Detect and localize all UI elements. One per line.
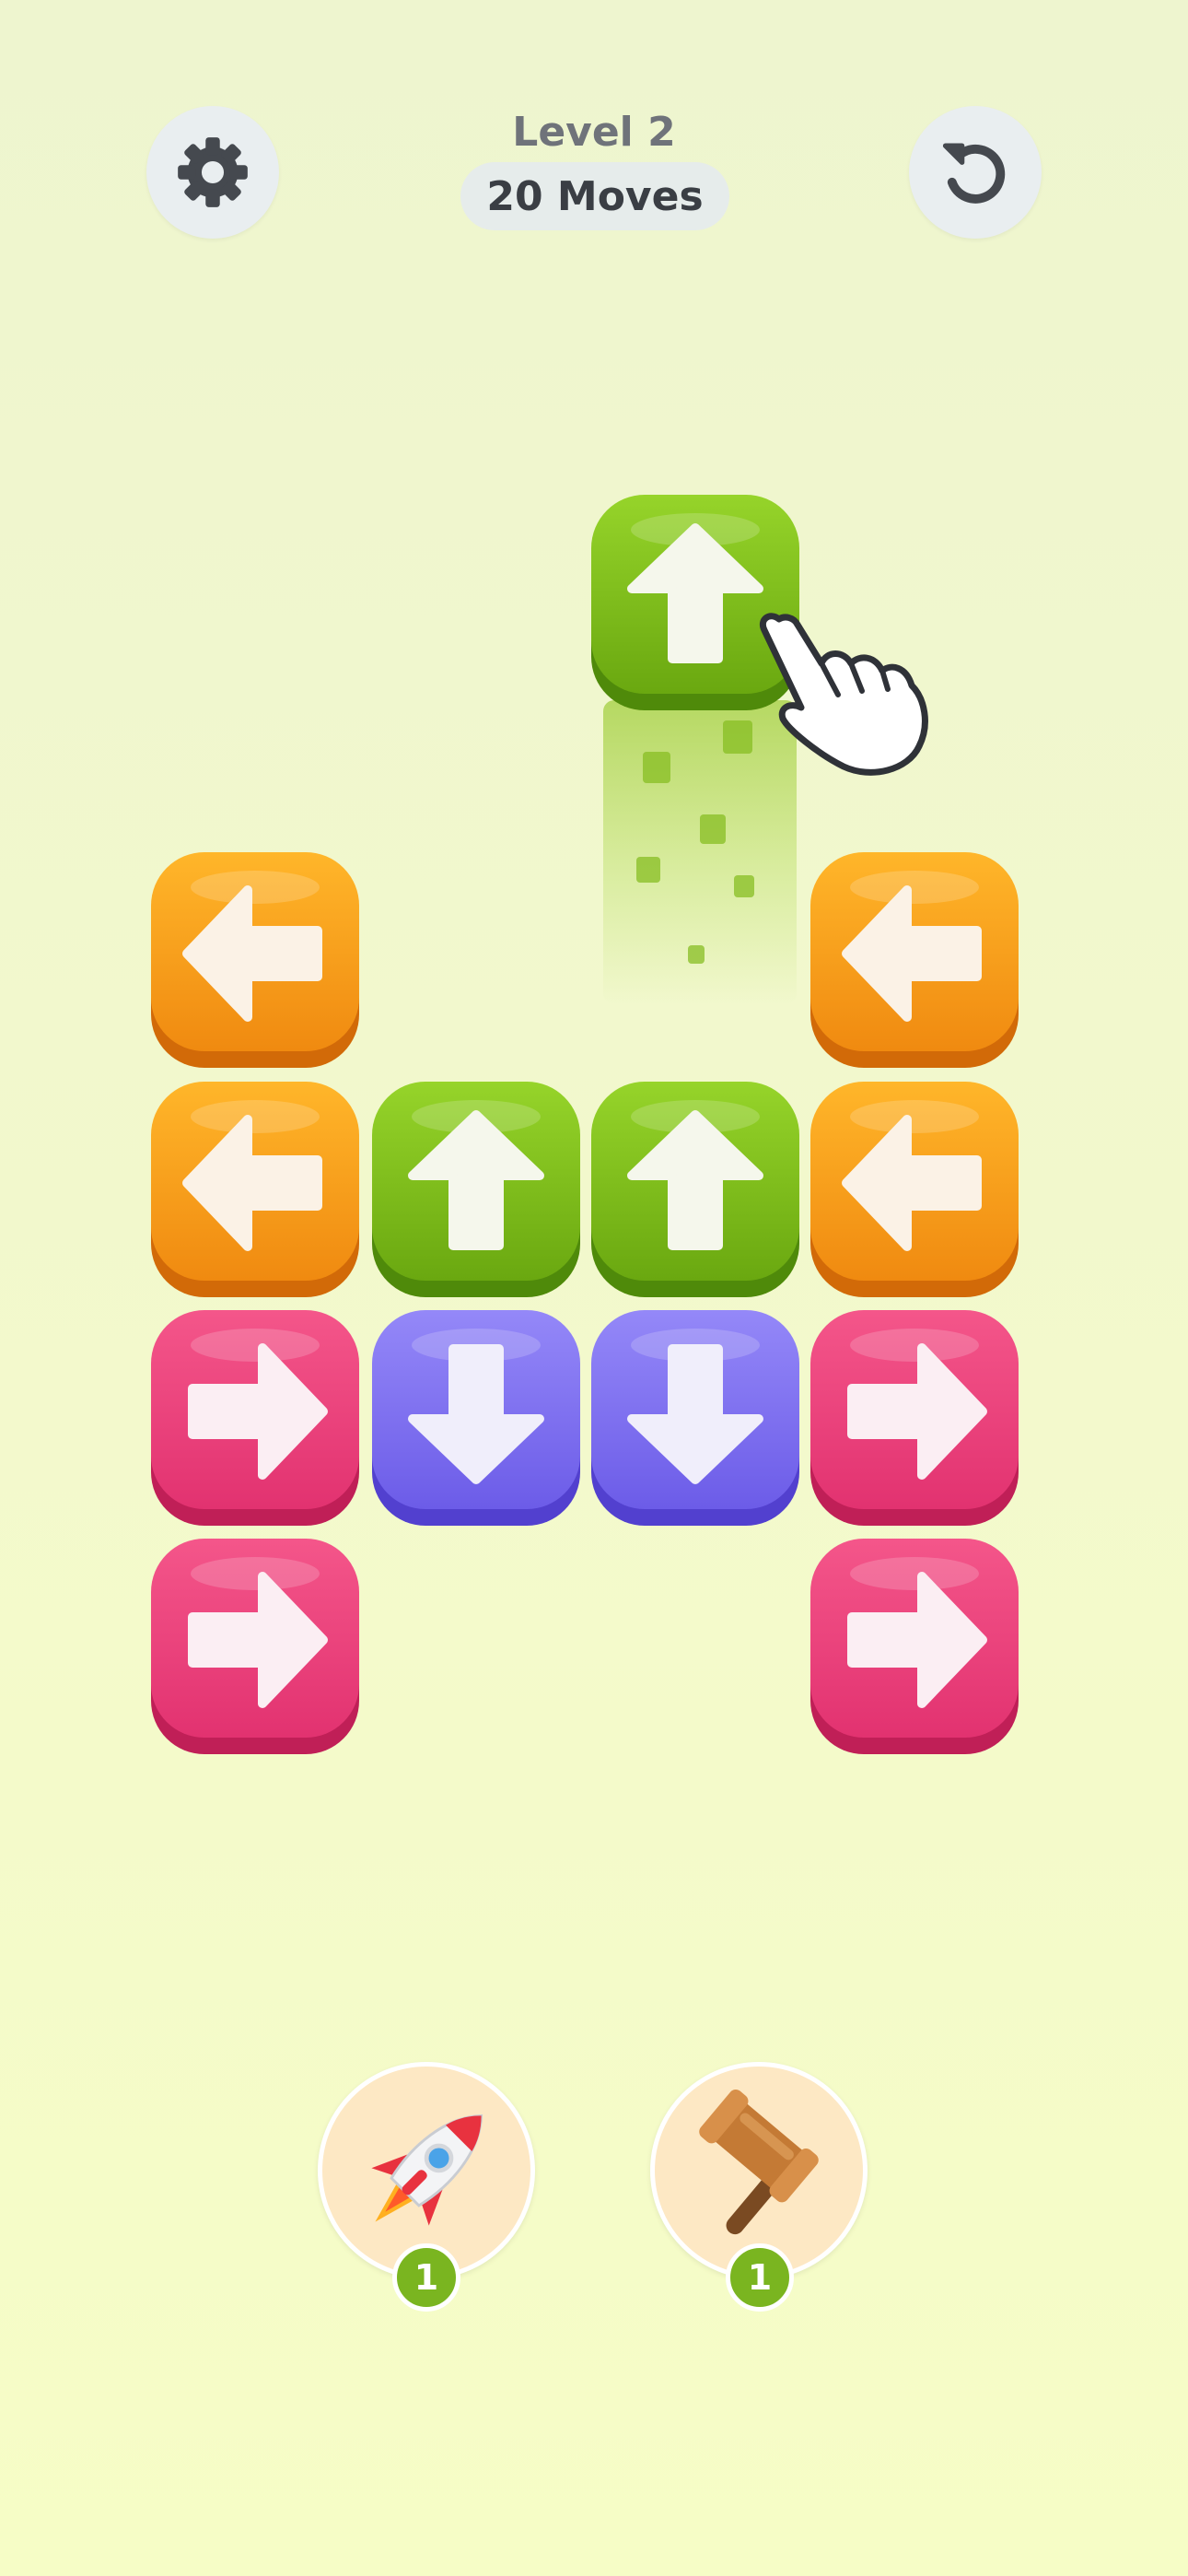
undo-icon xyxy=(942,143,1006,204)
trail-particle xyxy=(723,720,752,754)
tile-orange-left[interactable] xyxy=(809,1080,1020,1299)
trail-particle xyxy=(643,752,670,783)
trail-particle xyxy=(688,945,705,964)
tile-green-up[interactable] xyxy=(589,1080,801,1299)
moves-counter: 20 Moves xyxy=(460,162,729,230)
tile-pink-right[interactable] xyxy=(809,1308,1020,1528)
tile-purple-down[interactable] xyxy=(370,1308,582,1528)
trail-particle xyxy=(636,857,660,883)
trail-particle xyxy=(734,875,754,897)
tile-pink-right[interactable] xyxy=(149,1537,361,1756)
hammer-count-badge: 1 xyxy=(726,2243,794,2312)
trail-particle xyxy=(700,814,726,844)
tile-orange-left[interactable] xyxy=(149,1080,361,1299)
pointing-hand-icon xyxy=(760,613,928,776)
undo-button[interactable] xyxy=(909,106,1042,239)
rocket-count-badge: 1 xyxy=(392,2243,460,2312)
tile-purple-down[interactable] xyxy=(589,1308,801,1528)
tile-pink-right[interactable] xyxy=(149,1308,361,1528)
tile-pink-right[interactable] xyxy=(809,1537,1020,1756)
tile-green-up[interactable] xyxy=(370,1080,582,1299)
tile-orange-left[interactable] xyxy=(149,850,361,1070)
moves-text: 20 Moves xyxy=(486,172,704,220)
tile-orange-left[interactable] xyxy=(809,850,1020,1070)
